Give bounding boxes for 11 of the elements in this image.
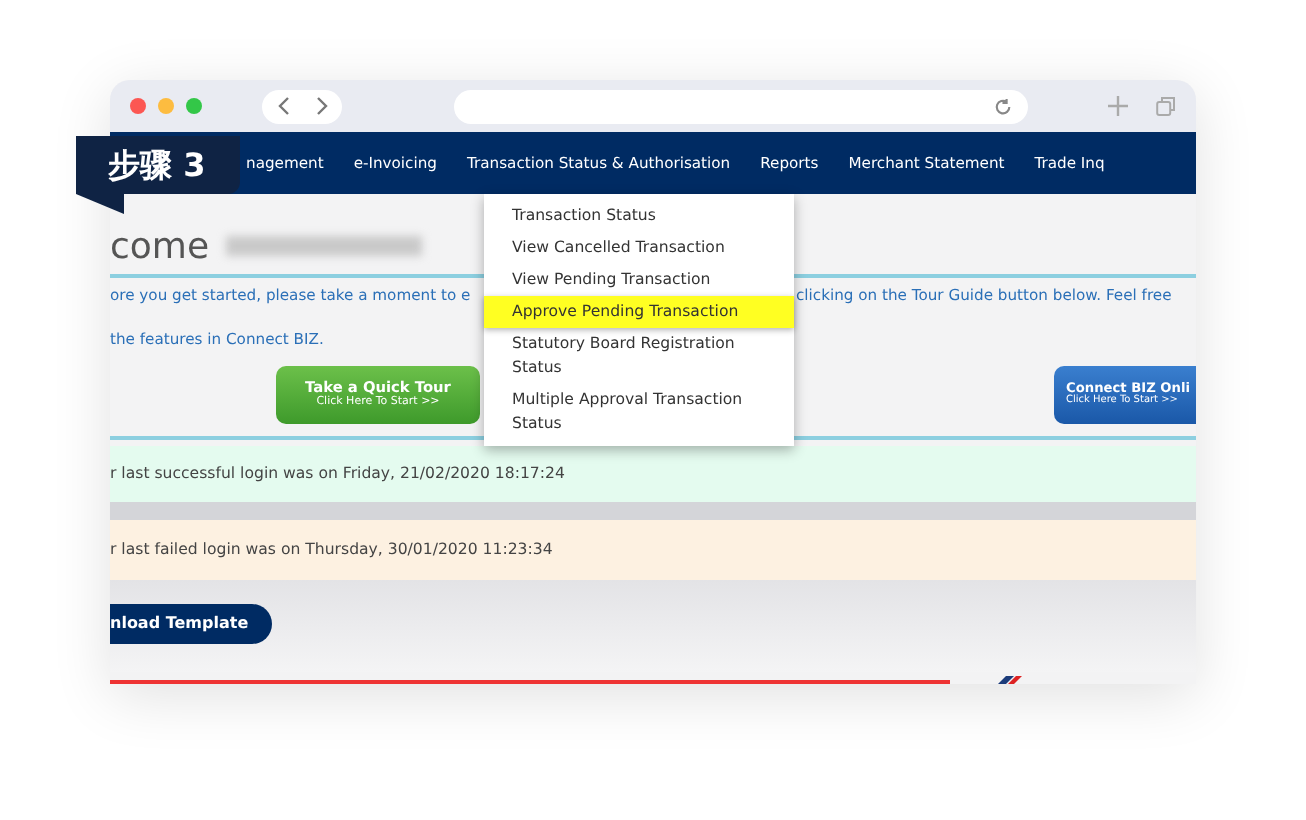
badge-fold-icon [76, 194, 124, 214]
back-icon[interactable] [275, 96, 289, 116]
zoom-dot-icon[interactable] [186, 98, 202, 114]
close-dot-icon[interactable] [130, 98, 146, 114]
forward-icon[interactable] [315, 96, 329, 116]
minimize-dot-icon[interactable] [158, 98, 174, 114]
welcome-heading: come [110, 223, 210, 271]
tabs-icon[interactable] [1156, 96, 1176, 116]
plus-icon[interactable] [1108, 96, 1128, 116]
download-template-button[interactable]: nload Template [110, 604, 273, 644]
reload-icon[interactable] [994, 97, 1012, 115]
